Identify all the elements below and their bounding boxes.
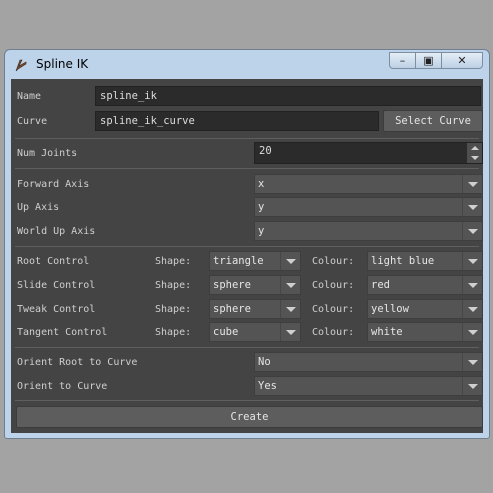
colour-label: Colour: [312, 280, 355, 291]
chevron-down-icon [462, 377, 482, 395]
colour-value: white [371, 326, 403, 338]
close-button[interactable]: ✕ [441, 52, 483, 69]
create-button[interactable]: Create [16, 406, 483, 428]
curve-field[interactable]: spline_ik_curve [95, 111, 379, 131]
chevron-down-icon [462, 252, 482, 270]
minimize-button[interactable]: – [389, 52, 416, 69]
control-label: Tweak Control [17, 304, 96, 315]
orient-curve-label: Orient to Curve [17, 381, 108, 392]
minimize-icon: – [399, 54, 406, 67]
orient-curve-dropdown[interactable]: Yes [254, 376, 483, 396]
world-up-axis-dropdown[interactable]: y [254, 221, 483, 241]
shape-dropdown[interactable]: cube [209, 322, 301, 342]
control-label: Tangent Control [17, 327, 108, 338]
chevron-down-icon [280, 252, 300, 270]
chevron-down-icon [462, 276, 482, 294]
maximize-button[interactable]: ▣ [415, 52, 442, 69]
chevron-down-icon [280, 323, 300, 341]
chevron-down-icon [462, 300, 482, 318]
close-icon: ✕ [457, 54, 467, 67]
maximize-icon: ▣ [423, 54, 434, 67]
orient-root-label: Orient Root to Curve [17, 357, 138, 368]
colour-value: red [371, 279, 390, 291]
num-joints-label: Num Joints [17, 148, 78, 159]
chevron-down-icon [462, 198, 482, 216]
shape-value: sphere [213, 279, 251, 291]
shape-dropdown[interactable]: triangle [209, 251, 301, 271]
up-axis-label: Up Axis [17, 202, 60, 213]
orient-root-dropdown[interactable]: No [254, 352, 483, 372]
colour-value: light blue [371, 255, 435, 267]
colour-dropdown[interactable]: light blue [367, 251, 483, 271]
orient-curve-value: Yes [258, 380, 277, 392]
colour-label: Colour: [312, 304, 355, 315]
shape-dropdown[interactable]: sphere [209, 275, 301, 295]
select-curve-button[interactable]: Select Curve [383, 110, 483, 132]
chevron-down-icon [462, 222, 482, 240]
curve-label: Curve [17, 116, 48, 127]
shape-dropdown[interactable]: sphere [209, 299, 301, 319]
colour-label: Colour: [312, 327, 355, 338]
forward-axis-label: Forward Axis [17, 179, 90, 190]
dialog-content: Name spline_ik Curve spline_ik_curve Sel… [11, 79, 483, 433]
chevron-down-icon [280, 300, 300, 318]
chevron-down-icon [462, 353, 482, 371]
shape-value: sphere [213, 303, 251, 315]
name-label: Name [17, 91, 42, 102]
separator [15, 347, 479, 348]
window-title: Spline IK [36, 57, 89, 71]
shape-label: Shape: [155, 256, 192, 267]
separator [15, 246, 479, 247]
spin-up-button[interactable] [467, 143, 482, 153]
name-field[interactable]: spline_ik [95, 86, 481, 106]
shape-label: Shape: [155, 327, 192, 338]
num-joints-value: 20 [259, 145, 272, 157]
colour-label: Colour: [312, 256, 355, 267]
colour-dropdown[interactable]: yellow [367, 299, 483, 319]
up-arrow-icon [470, 146, 479, 150]
colour-value: yellow [371, 303, 409, 315]
up-axis-value: y [258, 201, 265, 213]
forward-axis-value: x [258, 178, 265, 190]
chevron-down-icon [280, 276, 300, 294]
world-up-axis-label: World Up Axis [17, 226, 96, 237]
control-label: Root Control [17, 256, 90, 267]
down-arrow-icon [470, 156, 479, 160]
chevron-down-icon [462, 323, 482, 341]
title-bar[interactable]: Spline IK – ▣ ✕ [5, 50, 489, 79]
separator [15, 168, 479, 169]
separator [15, 400, 479, 401]
shape-value: triangle [213, 255, 264, 267]
colour-dropdown[interactable]: red [367, 275, 483, 295]
chevron-down-icon [462, 175, 482, 193]
separator [15, 138, 479, 139]
shape-label: Shape: [155, 280, 192, 291]
colour-dropdown[interactable]: white [367, 322, 483, 342]
app-icon [15, 59, 27, 72]
shape-label: Shape: [155, 304, 192, 315]
orient-root-value: No [258, 356, 271, 368]
control-label: Slide Control [17, 280, 96, 291]
spin-down-button[interactable] [467, 153, 482, 163]
spline-ik-window: Spline IK – ▣ ✕ Name spline_ik Curve spl… [4, 49, 490, 439]
forward-axis-dropdown[interactable]: x [254, 174, 483, 194]
num-joints-spinbox[interactable]: 20 [254, 142, 483, 164]
world-up-axis-value: y [258, 225, 265, 237]
shape-value: cube [213, 326, 239, 338]
up-axis-dropdown[interactable]: y [254, 197, 483, 217]
